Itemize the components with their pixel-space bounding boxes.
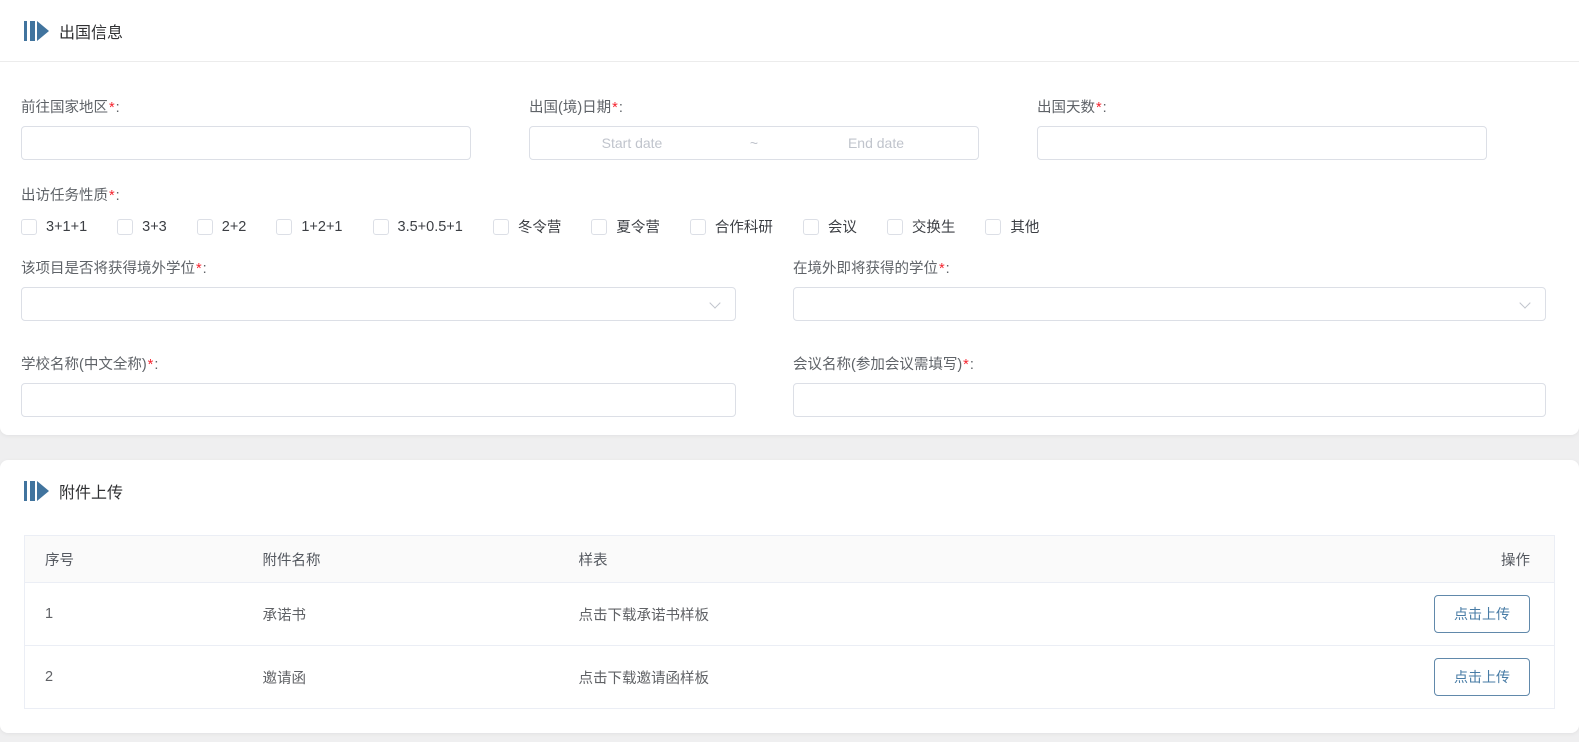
attachments-table: 序号 附件名称 样表 操作 1 承诺书 点击下载承诺书样板 点击上传 2 邀请函…: [24, 535, 1555, 709]
conference-label: 会议名称(参加会议需填写)*:: [793, 355, 1546, 375]
checkbox-cooperative-research[interactable]: 合作科研: [690, 216, 773, 237]
bars-play-icon: [24, 481, 49, 501]
required-asterisk: *: [109, 188, 115, 204]
degree-select[interactable]: [793, 287, 1546, 321]
checkbox-3+1+1[interactable]: 3+1+1: [21, 219, 87, 235]
chevron-down-icon: [709, 297, 720, 308]
attachments-table-wrap: 序号 附件名称 样表 操作 1 承诺书 点击下载承诺书样板 点击上传 2 邀请函…: [24, 535, 1555, 709]
attachments-title: 附件上传: [59, 479, 123, 503]
header-no: 序号: [25, 536, 243, 583]
end-date-input[interactable]: End date: [774, 135, 978, 151]
checkbox-icon[interactable]: [985, 219, 1001, 235]
days-input[interactable]: [1037, 126, 1487, 160]
checkbox-1+2+1[interactable]: 1+2+1: [276, 219, 342, 235]
checkbox-3+3[interactable]: 3+3: [117, 219, 167, 235]
bars-play-icon: [24, 21, 49, 41]
required-asterisk: *: [939, 261, 945, 277]
field-date-range: 出国(境)日期*: Start date ~ End date: [529, 98, 979, 160]
required-asterisk: *: [148, 357, 154, 373]
field-destination: 前往国家地区*:: [21, 98, 471, 160]
cell-sample-link[interactable]: 点击下载邀请函样板: [559, 646, 1395, 709]
required-asterisk: *: [612, 100, 618, 116]
task-nature-label: 出访任务性质*:: [21, 186, 1558, 206]
start-date-input[interactable]: Start date: [530, 135, 734, 151]
degree-flag-label: 该项目是否将获得境外学位*:: [21, 259, 736, 279]
field-days: 出国天数*:: [1037, 98, 1487, 160]
checkbox-summer-camp[interactable]: 夏令营: [591, 216, 660, 237]
date-label: 出国(境)日期*:: [529, 98, 979, 118]
school-input[interactable]: [21, 383, 736, 417]
checkbox-icon[interactable]: [591, 219, 607, 235]
upload-button[interactable]: 点击上传: [1434, 658, 1530, 696]
checkbox-2+2[interactable]: 2+2: [197, 219, 247, 235]
attachments-panel: 附件上传 序号 附件名称 样表 操作 1 承诺书 点击下载承诺书样板 点击上传: [0, 460, 1579, 733]
required-asterisk: *: [109, 100, 115, 116]
cell-no: 1: [25, 583, 243, 646]
degree-label: 在境外即将获得的学位*:: [793, 259, 1546, 279]
checkbox-3.5+0.5+1[interactable]: 3.5+0.5+1: [373, 219, 463, 235]
header-sample: 样表: [559, 536, 1395, 583]
field-school: 学校名称(中文全称)*:: [21, 355, 736, 417]
checkbox-icon[interactable]: [197, 219, 213, 235]
checkbox-icon[interactable]: [276, 219, 292, 235]
destination-label: 前往国家地区*:: [21, 98, 471, 118]
checkbox-conference[interactable]: 会议: [803, 216, 857, 237]
checkbox-icon[interactable]: [887, 219, 903, 235]
upload-button[interactable]: 点击上传: [1434, 595, 1530, 633]
date-range-separator: ~: [734, 135, 774, 151]
school-label: 学校名称(中文全称)*:: [21, 355, 736, 375]
chevron-down-icon: [1519, 297, 1530, 308]
checkbox-icon[interactable]: [690, 219, 706, 235]
header-name: 附件名称: [243, 536, 559, 583]
table-header-row: 序号 附件名称 样表 操作: [25, 536, 1555, 583]
degree-flag-select[interactable]: [21, 287, 736, 321]
attachments-header: 附件上传: [0, 460, 1579, 522]
required-asterisk: *: [1096, 100, 1102, 116]
checkbox-icon[interactable]: [117, 219, 133, 235]
checkbox-icon[interactable]: [493, 219, 509, 235]
checkbox-icon[interactable]: [373, 219, 389, 235]
required-asterisk: *: [196, 261, 202, 277]
cell-sample-link[interactable]: 点击下载承诺书样板: [559, 583, 1395, 646]
checkbox-winter-camp[interactable]: 冬令营: [493, 216, 562, 237]
checkbox-icon[interactable]: [21, 219, 37, 235]
field-task-nature: 出访任务性质*: 3+1+1 3+3 2+2 1+2+1 3.5+0.5+1 冬…: [21, 186, 1558, 237]
going-abroad-title: 出国信息: [59, 19, 123, 43]
cell-no: 2: [25, 646, 243, 709]
cell-name: 邀请函: [243, 646, 559, 709]
header-action: 操作: [1395, 536, 1555, 583]
checkbox-other[interactable]: 其他: [985, 216, 1039, 237]
going-abroad-panel: 出国信息 前往国家地区*: 出国(境)日期*: Start date ~ End…: [0, 0, 1579, 435]
date-range-input[interactable]: Start date ~ End date: [529, 126, 979, 160]
going-abroad-header: 出国信息: [0, 0, 1579, 62]
table-row: 2 邀请函 点击下载邀请函样板 点击上传: [25, 646, 1555, 709]
conference-input[interactable]: [793, 383, 1546, 417]
field-degree: 在境外即将获得的学位*:: [793, 259, 1546, 321]
destination-input[interactable]: [21, 126, 471, 160]
field-degree-flag: 该项目是否将获得境外学位*:: [21, 259, 736, 321]
days-label: 出国天数*:: [1037, 98, 1487, 118]
required-asterisk: *: [963, 357, 969, 373]
field-conference: 会议名称(参加会议需填写)*:: [793, 355, 1546, 417]
going-abroad-form: 前往国家地区*: 出国(境)日期*: Start date ~ End date…: [0, 62, 1579, 417]
cell-name: 承诺书: [243, 583, 559, 646]
checkbox-icon[interactable]: [803, 219, 819, 235]
checkbox-exchange-student[interactable]: 交换生: [887, 216, 956, 237]
table-row: 1 承诺书 点击下载承诺书样板 点击上传: [25, 583, 1555, 646]
